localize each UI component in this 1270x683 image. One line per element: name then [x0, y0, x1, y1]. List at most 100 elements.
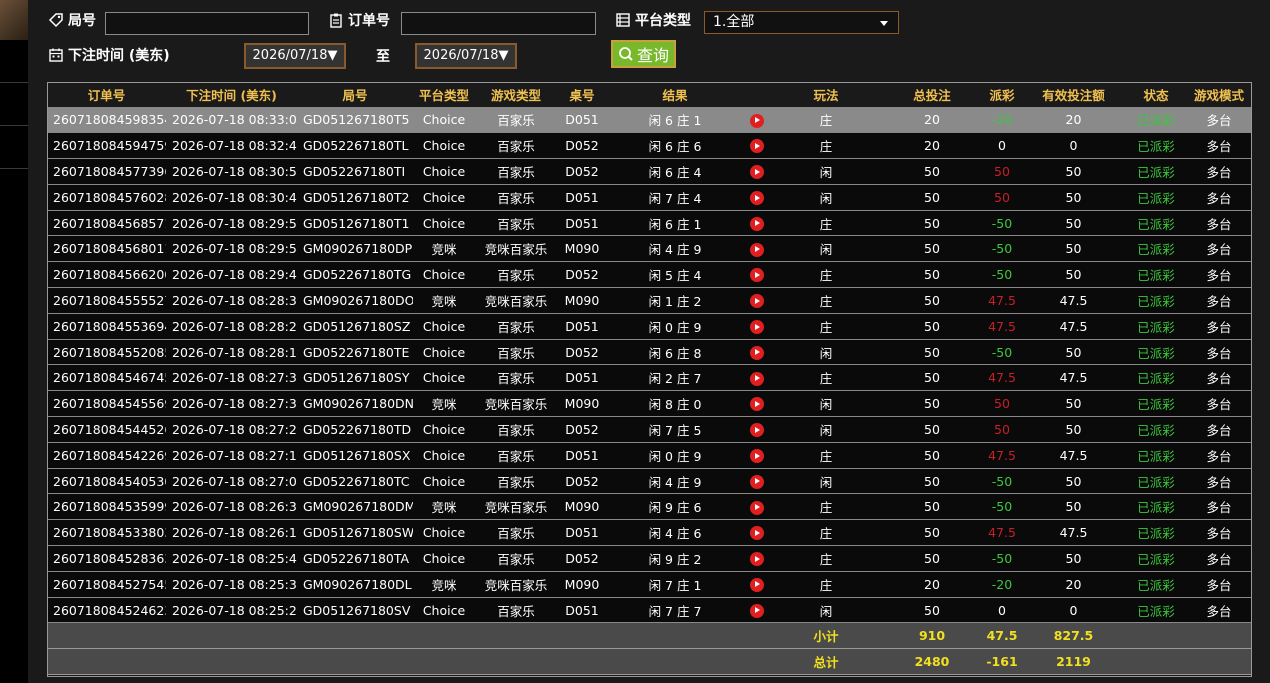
platform-select[interactable]: 1.全部 — [704, 11, 899, 34]
table-row[interactable]: 260718084546745 2026-07-18 08:27:39 GD0512… — [47, 364, 1252, 392]
cell-total-bet: 50 — [881, 158, 983, 185]
header-col-table-no: 桌号 — [557, 82, 607, 108]
list-icon — [616, 13, 630, 27]
play-video-icon[interactable] — [750, 294, 764, 309]
play-video-icon[interactable] — [750, 139, 764, 154]
play-video-icon[interactable] — [750, 552, 764, 567]
table-row[interactable]: 260718084568571 2026-07-18 08:29:55 GD0512… — [47, 210, 1252, 237]
cell-bet-time: 2026-07-18 08:27:32 — [166, 390, 297, 418]
play-video-icon[interactable] — [750, 577, 764, 592]
cell-bet-time: 2026-07-18 08:27:10 — [166, 442, 297, 469]
date-to-picker[interactable]: 2026/07/18▼ — [415, 43, 517, 69]
play-video-icon[interactable] — [750, 268, 764, 283]
header-col-bet-type: 玩法 — [771, 82, 881, 108]
cell-result: 闲 0 庄 9 — [607, 313, 743, 340]
header-col-game-type: 游戏类型 — [475, 82, 557, 108]
cell-game-no: GD052267180TD — [297, 416, 413, 443]
sidebar-divider — [0, 168, 28, 169]
table-row[interactable]: 260718084552085 2026-07-18 08:28:12 GD0522… — [47, 339, 1252, 366]
cell-total-bet: 50 — [881, 364, 983, 392]
cell-order-no: 260718084545569 — [47, 390, 166, 418]
cell-platform: 竞咪 — [413, 493, 475, 521]
play-video-icon[interactable] — [750, 449, 764, 463]
cell-platform: 竞咪 — [413, 571, 475, 598]
cell-game-mode: 多台 — [1186, 184, 1252, 211]
play-video-icon[interactable] — [750, 216, 764, 231]
cell-game-mode: 多台 — [1186, 442, 1252, 469]
table-row[interactable]: 260718084598354 2026-07-18 08:33:06 GD0512… — [47, 107, 1252, 134]
cell-status: 已派彩 — [1126, 519, 1186, 547]
cell-total-bet: 20 — [881, 107, 983, 134]
table-row[interactable]: 260718084553694 2026-07-18 08:28:23 GD0512… — [47, 313, 1252, 340]
query-button[interactable]: 查询 — [611, 40, 676, 68]
play-video-icon[interactable] — [750, 500, 764, 515]
cell-status: 已派彩 — [1126, 493, 1186, 521]
table-row[interactable]: 260718084576028 2026-07-18 08:30:41 GD0512… — [47, 184, 1252, 211]
table-row[interactable]: 260718084544526 2026-07-18 08:27:25 GD0522… — [47, 416, 1252, 443]
cell-table-no: D051 — [557, 107, 607, 134]
cell-table-no: D052 — [557, 545, 607, 572]
table-row[interactable]: 260718084527545 2026-07-18 08:25:39 GM0902… — [47, 571, 1252, 598]
cell-game-mode: 多台 — [1186, 519, 1252, 547]
cell-status: 已派彩 — [1126, 390, 1186, 418]
table-row[interactable]: 260718084524623 2026-07-18 08:25:26 GD0512… — [47, 597, 1252, 624]
play-video-icon[interactable] — [750, 371, 764, 386]
cell-bet-time: 2026-07-18 08:29:52 — [166, 235, 297, 263]
total-spacer — [1126, 648, 1252, 676]
cell-payout: 50 — [983, 416, 1021, 443]
table-row[interactable]: 260718084528363 2026-07-18 08:25:43 GD0522… — [47, 545, 1252, 572]
play-video-icon[interactable] — [750, 603, 764, 618]
play-video-icon[interactable] — [750, 526, 764, 541]
play-video-icon[interactable] — [750, 242, 764, 257]
play-video-icon[interactable] — [750, 113, 764, 128]
cell-status: 已派彩 — [1126, 364, 1186, 392]
cell-total-bet: 50 — [881, 235, 983, 263]
cell-game-type: 竞咪百家乐 — [475, 390, 557, 418]
cell-result: 闲 5 庄 4 — [607, 261, 743, 289]
play-video-icon[interactable] — [750, 165, 764, 180]
cell-payout: 47.5 — [983, 287, 1021, 314]
table-row[interactable]: 260718084566200 2026-07-18 08:29:41 GD0522… — [47, 261, 1252, 289]
cell-payout: -20 — [983, 107, 1021, 134]
cell-bet-type: 庄 — [771, 519, 881, 547]
cell-platform: Choice — [413, 210, 475, 237]
play-video-icon[interactable] — [750, 474, 764, 489]
table-header-row: 订单号 下注时间 (美东) 局号 平台类型 游戏类型 桌号 结果 玩法 总投注 派彩 有效投注额 状态… — [47, 82, 1252, 108]
play-video-icon[interactable] — [750, 345, 764, 360]
play-video-icon[interactable] — [750, 397, 764, 412]
table-row[interactable]: 260718084535999 2026-07-18 08:26:30 GM0902… — [47, 493, 1252, 521]
game-no-input[interactable] — [105, 12, 309, 35]
play-video-icon[interactable] — [750, 320, 764, 335]
cell-game-type: 百家乐 — [475, 132, 557, 160]
cell-game-type: 百家乐 — [475, 442, 557, 469]
cell-bet-time: 2026-07-18 08:27:25 — [166, 416, 297, 443]
table-row[interactable]: 260718084594759 2026-07-18 08:32:42 GD0522… — [47, 132, 1252, 160]
order-no-input[interactable] — [401, 12, 596, 35]
date-from-picker[interactable]: 2026/07/18▼ — [244, 43, 346, 69]
table-row[interactable]: 260718084545569 2026-07-18 08:27:32 GM0902… — [47, 390, 1252, 418]
table-row[interactable]: 260718084577396 2026-07-18 08:30:52 GD0522… — [47, 158, 1252, 185]
cell-game-type: 百家乐 — [475, 107, 557, 134]
cell-platform: Choice — [413, 468, 475, 495]
cell-result: 闲 8 庄 0 — [607, 390, 743, 418]
header-col-valid-bet: 有效投注额 — [1021, 82, 1126, 108]
cell-bet-type: 庄 — [771, 132, 881, 160]
table-row[interactable]: 260718084540530 2026-07-18 08:27:01 GD0522… — [47, 468, 1252, 495]
cell-payout: 0 — [983, 132, 1021, 160]
cell-game-type: 百家乐 — [475, 468, 557, 495]
play-video-icon[interactable] — [750, 191, 764, 206]
play-video-icon[interactable] — [750, 423, 764, 438]
cell-bet-type: 庄 — [771, 545, 881, 572]
table-row[interactable]: 260718084555527 2026-07-18 08:28:34 GM0902… — [47, 287, 1252, 314]
cell-game-mode: 多台 — [1186, 339, 1252, 366]
cell-payout: -20 — [983, 571, 1021, 598]
cell-game-no: GD051267180SV — [297, 597, 413, 624]
cell-game-no: GD051267180T2 — [297, 184, 413, 211]
cell-payout: 50 — [983, 158, 1021, 185]
table-row[interactable]: 260718084568011 2026-07-18 08:29:52 GM0902… — [47, 235, 1252, 263]
cell-bet-type: 闲 — [771, 468, 881, 495]
table-row[interactable]: 260718084533803 2026-07-18 08:26:15 GD0512… — [47, 519, 1252, 547]
table-row[interactable]: 260718084542269 2026-07-18 08:27:10 GD0512… — [47, 442, 1252, 469]
cell-platform: Choice — [413, 416, 475, 443]
cell-valid-bet: 20 — [1021, 107, 1126, 134]
